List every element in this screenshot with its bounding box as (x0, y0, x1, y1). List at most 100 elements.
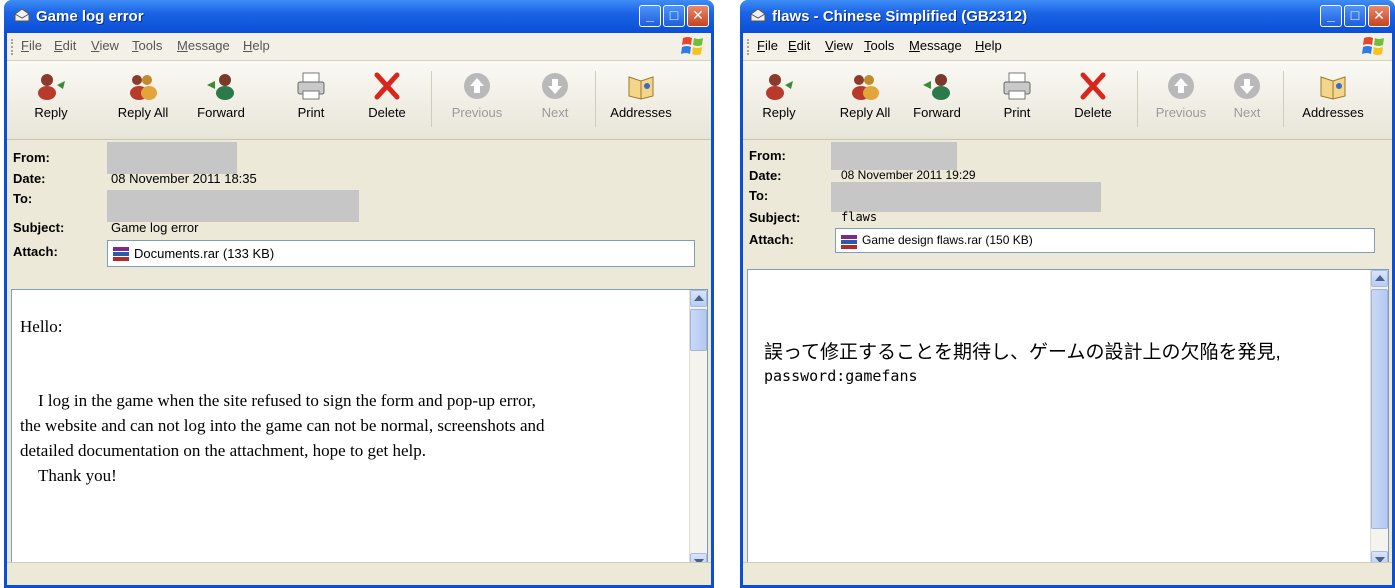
toolbar-separator (1283, 71, 1284, 127)
menu-message[interactable]: Message (909, 38, 962, 53)
attachment-name[interactable]: Game design flaws.rar (150 KB) (862, 233, 1033, 247)
next-button[interactable]: Next (521, 65, 589, 131)
subject-label: Subject: (13, 220, 65, 235)
menu-file[interactable]: File (21, 38, 42, 53)
menu-edit[interactable]: Edit (788, 38, 810, 53)
message-headers: From: Date: 08 November 2011 18:35 To: S… (7, 140, 711, 280)
to-label: To: (749, 188, 769, 203)
minimize-button[interactable]: _ (1320, 5, 1342, 27)
reply-all-icon (852, 75, 879, 100)
vertical-scrollbar[interactable] (1370, 270, 1388, 568)
down-arrow-icon (542, 73, 568, 99)
subject-label: Subject: (749, 210, 801, 225)
forward-button[interactable]: Forward (903, 65, 971, 131)
attachment-field[interactable]: Documents.rar (133 KB) (107, 240, 695, 267)
printer-icon (297, 72, 325, 100)
windows-logo-icon (1362, 37, 1384, 55)
toolbar-separator (431, 71, 432, 127)
reply-all-button[interactable]: Reply All (831, 65, 899, 131)
subject-value: flaws (841, 210, 878, 224)
toolbar-grip[interactable] (11, 39, 15, 55)
window-client: File Edit View Tools Message Help Reply (743, 33, 1392, 585)
menu-tools[interactable]: Tools (864, 38, 894, 53)
forward-icon (923, 74, 950, 100)
next-label: Next (1233, 105, 1261, 120)
email-window-game-log-error: Game log error _ □ ✕ File Edit View Tool… (4, 0, 714, 588)
message-body[interactable]: Hello: I log in the game when the site r… (11, 289, 708, 571)
attach-label: Attach: (13, 244, 58, 259)
redacted-recipient (831, 182, 1101, 212)
addresses-button[interactable]: Addresses (1291, 65, 1375, 131)
print-button[interactable]: Print (277, 65, 345, 131)
title-bar[interactable]: Game log error _ □ ✕ (4, 0, 714, 33)
scroll-thumb[interactable] (690, 309, 707, 351)
delete-label: Delete (368, 105, 406, 120)
date-value: 08 November 2011 18:35 (111, 171, 257, 186)
previous-label: Previous (1155, 105, 1207, 120)
subject-value: Game log error (111, 220, 199, 235)
body-line-4: Thank you! (38, 466, 117, 485)
status-bar (7, 562, 711, 585)
reply-icon (38, 74, 65, 100)
attachment-name[interactable]: Documents.rar (133 KB) (134, 246, 274, 261)
reply-all-icon (130, 75, 157, 100)
next-label: Next (541, 105, 569, 120)
body-greeting: Hello: (20, 317, 63, 336)
maximize-button[interactable]: □ (1344, 5, 1366, 27)
print-button[interactable]: Print (983, 65, 1051, 131)
reply-label: Reply (762, 105, 796, 120)
vertical-scrollbar[interactable] (689, 290, 707, 570)
forward-label: Forward (913, 105, 961, 120)
print-label: Print (1003, 105, 1031, 120)
address-book-icon (1320, 76, 1346, 100)
forward-button[interactable]: Forward (187, 65, 255, 131)
scroll-up-button[interactable] (1371, 270, 1388, 287)
close-button[interactable]: ✕ (687, 5, 709, 27)
windows-logo-icon (681, 37, 703, 55)
menu-tools[interactable]: Tools (132, 38, 162, 53)
redacted-recipient (107, 190, 359, 222)
menu-view[interactable]: View (825, 38, 853, 53)
delete-button[interactable]: Delete (1059, 65, 1127, 131)
scroll-thumb[interactable] (1371, 289, 1388, 529)
reply-button[interactable]: Reply (17, 65, 85, 131)
reply-all-button[interactable]: Reply All (109, 65, 177, 131)
reply-label: Reply (34, 105, 68, 120)
title-bar[interactable]: flaws - Chinese Simplified (GB2312) _ □ … (740, 0, 1395, 33)
previous-button[interactable]: Previous (443, 65, 511, 131)
reply-all-label: Reply All (839, 105, 891, 120)
maximize-button[interactable]: □ (663, 5, 685, 27)
redacted-sender (831, 142, 957, 170)
close-button[interactable]: ✕ (1368, 5, 1390, 27)
printer-icon (1003, 72, 1031, 100)
menu-help[interactable]: Help (243, 38, 270, 53)
addresses-label: Addresses (1302, 105, 1364, 120)
up-arrow-icon (1168, 73, 1194, 99)
delete-button[interactable]: Delete (353, 65, 421, 131)
toolbar-grip[interactable] (747, 39, 751, 55)
attachment-field[interactable]: Game design flaws.rar (150 KB) (835, 228, 1375, 253)
next-button[interactable]: Next (1219, 65, 1275, 131)
body-line-1: 誤って修正することを期待し、ゲームの設計上の欠陥を発見, (764, 342, 1281, 363)
date-label: Date: (749, 168, 782, 183)
body-line-2: password:gamefans (764, 367, 918, 385)
menu-message[interactable]: Message (177, 38, 230, 53)
previous-button[interactable]: Previous (1147, 65, 1215, 131)
attach-label: Attach: (749, 232, 794, 247)
menu-help[interactable]: Help (975, 38, 1002, 53)
print-label: Print (297, 105, 325, 120)
addresses-button[interactable]: Addresses (601, 65, 681, 131)
previous-label: Previous (451, 105, 503, 120)
scroll-up-button[interactable] (690, 290, 707, 307)
menu-edit[interactable]: Edit (54, 38, 76, 53)
menu-file[interactable]: File (757, 38, 778, 53)
minimize-button[interactable]: _ (639, 5, 661, 27)
from-label: From: (749, 148, 786, 163)
menu-bar: File Edit View Tools Message Help (743, 33, 1392, 61)
reply-button[interactable]: Reply (749, 65, 809, 131)
down-arrow-icon (1234, 73, 1260, 99)
delete-x-icon (1080, 72, 1106, 100)
message-body[interactable]: 誤って修正することを期待し、ゲームの設計上の欠陥を発見, password:ga… (747, 269, 1389, 569)
delete-label: Delete (1074, 105, 1112, 120)
menu-view[interactable]: View (91, 38, 119, 53)
